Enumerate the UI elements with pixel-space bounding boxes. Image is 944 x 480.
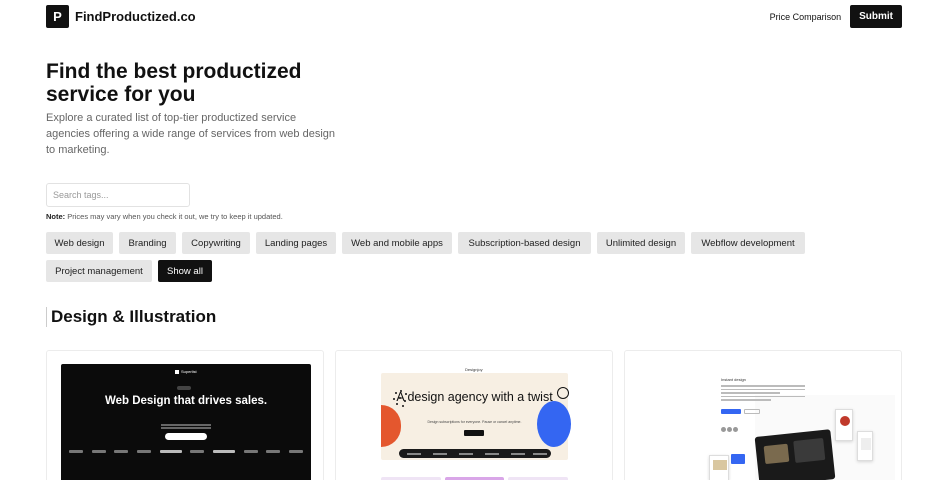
card-headline: Web Design that drives sales. — [104, 395, 268, 407]
card-brand: Superlist — [175, 369, 197, 374]
tag-branding[interactable]: Branding — [119, 232, 176, 254]
note-text: Prices may vary when you check it out, w… — [67, 212, 283, 221]
agency-card[interactable]: Instant design — [624, 350, 902, 480]
client-logos — [69, 450, 303, 453]
card-secondary-button — [744, 409, 760, 414]
search-tags-input[interactable]: Search tags... — [46, 183, 190, 207]
avatar-group — [721, 419, 761, 432]
mockup-card — [857, 431, 873, 461]
blue-shape — [537, 401, 571, 447]
price-note: Note: Prices may vary when you check it … — [46, 212, 283, 221]
card-brand: Designjoy — [465, 367, 483, 372]
card-cta-pill — [165, 433, 207, 440]
page-subtitle: Explore a curated list of top-tier produ… — [46, 112, 336, 156]
card-primary-button — [721, 409, 741, 414]
tag-unlimited-design[interactable]: Unlimited design — [597, 232, 685, 254]
price-comparison-link[interactable]: Price Comparison — [770, 12, 842, 22]
card-heading: Instant design — [721, 377, 746, 382]
tag-web-mobile-apps[interactable]: Web and mobile apps — [342, 232, 452, 254]
top-nav: Price Comparison Submit — [770, 5, 902, 28]
section-title: Design & Illustration — [46, 307, 216, 327]
tag-project-management[interactable]: Project management — [46, 260, 152, 282]
card-tagline: Design subscriptions for everyone. Pause… — [427, 420, 522, 424]
site-header: P FindProductized.co Price Comparison Su… — [0, 0, 944, 33]
show-all-button[interactable]: Show all — [158, 260, 212, 282]
card-description-lines — [161, 424, 211, 430]
logo-mark: P — [46, 5, 69, 28]
agency-card[interactable]: Designjoy A design agency with a twist D… — [335, 350, 613, 480]
tag-landing-pages[interactable]: Landing pages — [256, 232, 336, 254]
agency-card[interactable]: Superlist Web Design that drives sales. — [46, 350, 324, 480]
site-name: FindProductized.co — [75, 9, 196, 24]
page-title: Find the best productized service for yo… — [46, 60, 302, 106]
card-cta — [464, 430, 484, 436]
orange-shape — [381, 405, 401, 447]
tag-web-design[interactable]: Web design — [46, 232, 113, 254]
mockup-card — [835, 409, 853, 441]
note-label: Note: — [46, 212, 66, 221]
tag-webflow-development[interactable]: Webflow development — [691, 232, 805, 254]
card-headline: A design agency with a twist — [396, 390, 553, 404]
mockup-blue-block — [731, 454, 745, 464]
submit-button[interactable]: Submit — [850, 5, 902, 28]
card-description-lines — [721, 385, 805, 403]
tag-copywriting[interactable]: Copywriting — [182, 232, 250, 254]
client-logo-bar — [399, 449, 551, 458]
site-logo[interactable]: P FindProductized.co — [46, 5, 196, 28]
card-screenshot: Superlist Web Design that drives sales. — [61, 364, 311, 480]
rating-badge — [177, 386, 193, 391]
card-screenshot: A design agency with a twist Design subs… — [381, 373, 571, 460]
mockup-card — [709, 455, 729, 480]
mockup-dark-panel — [754, 429, 836, 480]
tag-subscription-design[interactable]: Subscription-based design — [458, 232, 591, 254]
